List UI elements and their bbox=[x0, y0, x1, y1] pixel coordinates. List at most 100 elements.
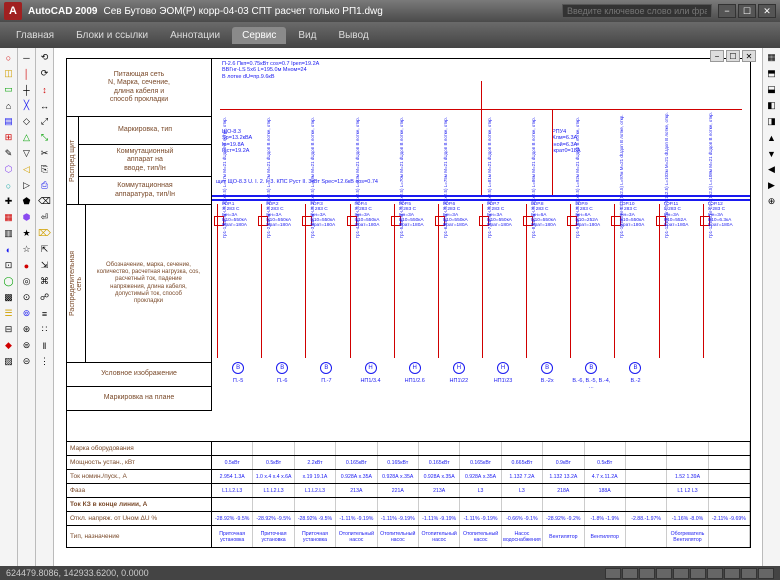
tool-icon[interactable]: △ bbox=[19, 130, 34, 145]
tool-icon[interactable]: ⊞ bbox=[1, 130, 16, 145]
tool-icon[interactable]: ☆ bbox=[19, 242, 34, 257]
tool-icon[interactable]: ⊕ bbox=[764, 194, 779, 209]
table-cell bbox=[709, 442, 750, 455]
tool-icon[interactable]: ☰ bbox=[1, 306, 16, 321]
status-button[interactable] bbox=[673, 568, 689, 579]
tool-icon[interactable]: ▤ bbox=[1, 114, 16, 129]
tool-icon[interactable]: ⬒ bbox=[764, 66, 779, 81]
tool-icon[interactable]: ⬢ bbox=[19, 210, 34, 225]
tool-icon[interactable]: ⇱ bbox=[37, 242, 52, 257]
tool-icon[interactable]: ⊝ bbox=[19, 354, 34, 369]
tool-icon[interactable]: ▦ bbox=[764, 50, 779, 65]
tool-icon[interactable]: ⬓ bbox=[764, 82, 779, 97]
drawing-canvas[interactable]: − ☐ ✕ Питающая сеть N, Марка, сечение, д… bbox=[54, 48, 762, 566]
tool-icon[interactable]: ◨ bbox=[764, 114, 779, 129]
tool-icon[interactable]: ▩ bbox=[1, 290, 16, 305]
tool-icon[interactable]: ≡ bbox=[37, 306, 52, 321]
tool-icon[interactable]: ─ bbox=[19, 50, 34, 65]
tab-output[interactable]: Вывод bbox=[328, 27, 378, 44]
status-button[interactable] bbox=[622, 568, 638, 579]
tool-icon[interactable]: ⬡ bbox=[1, 162, 16, 177]
tool-icon[interactable]: ◯ bbox=[1, 274, 16, 289]
doc-maximize-button[interactable]: ☐ bbox=[726, 50, 740, 62]
tool-icon[interactable]: ⋮ bbox=[37, 354, 52, 369]
tool-icon[interactable]: ⤡ bbox=[37, 130, 52, 145]
tab-blocks[interactable]: Блоки и ссылки bbox=[66, 27, 158, 44]
tool-icon[interactable]: ◁ bbox=[19, 162, 34, 177]
tool-icon[interactable]: ★ bbox=[19, 226, 34, 241]
status-button[interactable] bbox=[690, 568, 706, 579]
tool-icon[interactable]: ⌘ bbox=[37, 274, 52, 289]
tool-icon[interactable]: ⬟ bbox=[19, 194, 34, 209]
status-button[interactable] bbox=[656, 568, 672, 579]
tool-icon[interactable]: ✚ bbox=[1, 194, 16, 209]
search-box[interactable] bbox=[562, 4, 712, 18]
tool-icon[interactable]: ⏎ bbox=[37, 210, 52, 225]
tool-icon[interactable]: ⊙ bbox=[19, 290, 34, 305]
tool-icon[interactable]: ↔ bbox=[37, 98, 52, 113]
tool-icon[interactable]: ◧ bbox=[764, 98, 779, 113]
tab-service[interactable]: Сервис bbox=[232, 27, 286, 44]
tool-icon[interactable]: ⊜ bbox=[19, 338, 34, 353]
tab-view[interactable]: Вид bbox=[288, 27, 326, 44]
tool-icon[interactable]: ✎ bbox=[1, 146, 16, 161]
table-cell bbox=[585, 498, 626, 511]
status-button[interactable] bbox=[758, 568, 774, 579]
tool-icon[interactable]: ▥ bbox=[1, 226, 16, 241]
tool-icon[interactable]: ⎙ bbox=[37, 178, 52, 193]
tool-icon[interactable]: ○ bbox=[1, 50, 16, 65]
tool-icon[interactable]: ▼ bbox=[764, 146, 779, 161]
tool-icon[interactable]: ▲ bbox=[764, 130, 779, 145]
tool-icon[interactable]: ☍ bbox=[37, 290, 52, 305]
status-button[interactable] bbox=[605, 568, 621, 579]
status-bar: 624479.8086, 142933.6200, 0.0000 bbox=[0, 566, 780, 580]
window-minimize-button[interactable]: − bbox=[718, 4, 736, 18]
tool-icon[interactable]: ◫ bbox=[1, 66, 16, 81]
tool-icon[interactable]: ● bbox=[19, 258, 34, 273]
tool-icon[interactable]: ◐ bbox=[1, 242, 16, 257]
tool-icon[interactable]: ○ bbox=[1, 178, 16, 193]
tool-icon[interactable]: │ bbox=[19, 66, 34, 81]
tool-icon[interactable]: ▦ bbox=[1, 210, 16, 225]
tool-icon[interactable]: ▷ bbox=[19, 178, 34, 193]
status-button[interactable] bbox=[724, 568, 740, 579]
tool-icon[interactable]: ◇ bbox=[19, 114, 34, 129]
tool-icon[interactable]: ⤢ bbox=[37, 114, 52, 129]
tab-annotations[interactable]: Аннотации bbox=[160, 27, 230, 44]
tab-home[interactable]: Главная bbox=[6, 27, 64, 44]
tool-icon[interactable]: ⊛ bbox=[19, 322, 34, 337]
window-close-button[interactable]: ✕ bbox=[758, 4, 776, 18]
window-maximize-button[interactable]: ☐ bbox=[738, 4, 756, 18]
tool-icon[interactable]: ⟲ bbox=[37, 50, 52, 65]
tool-icon[interactable]: ↕ bbox=[37, 82, 52, 97]
tool-icon[interactable]: ▭ bbox=[1, 82, 16, 97]
tool-icon[interactable]: ⊟ bbox=[1, 322, 16, 337]
tool-icon[interactable]: ⟳ bbox=[37, 66, 52, 81]
tool-icon[interactable]: ⊡ bbox=[1, 258, 16, 273]
feeder-label: Гр1-11 ВВГнг-LS 3(1x2.5) L=102м М=21 dUд… bbox=[664, 118, 669, 238]
tool-icon[interactable]: ◎ bbox=[19, 274, 34, 289]
tool-icon[interactable]: ◆ bbox=[1, 338, 16, 353]
tool-icon[interactable]: ▽ bbox=[19, 146, 34, 161]
status-button[interactable] bbox=[639, 568, 655, 579]
tool-icon[interactable]: ▨ bbox=[1, 354, 16, 369]
tool-icon[interactable]: ⇲ bbox=[37, 258, 52, 273]
tool-icon[interactable]: ╳ bbox=[19, 98, 34, 113]
tool-icon[interactable]: ◀ bbox=[764, 162, 779, 177]
status-button[interactable] bbox=[741, 568, 757, 579]
tool-icon[interactable]: ⌫ bbox=[37, 194, 52, 209]
doc-minimize-button[interactable]: − bbox=[710, 50, 724, 62]
tool-icon[interactable]: ✂ bbox=[37, 146, 52, 161]
tool-icon[interactable]: ∷ bbox=[37, 322, 52, 337]
status-button[interactable] bbox=[707, 568, 723, 579]
tool-icon[interactable]: ⌂ bbox=[1, 98, 16, 113]
tool-icon[interactable]: ⊚ bbox=[19, 306, 34, 321]
doc-close-button[interactable]: ✕ bbox=[742, 50, 756, 62]
tool-icon[interactable]: ‖ bbox=[37, 338, 52, 353]
tool-icon[interactable]: ┼ bbox=[19, 82, 34, 97]
tool-icon[interactable]: ⎘ bbox=[37, 162, 52, 177]
tool-icon[interactable]: ⌦ bbox=[37, 226, 52, 241]
tool-icon[interactable]: ▶ bbox=[764, 178, 779, 193]
search-input[interactable] bbox=[562, 4, 712, 18]
table-cell bbox=[253, 498, 294, 511]
